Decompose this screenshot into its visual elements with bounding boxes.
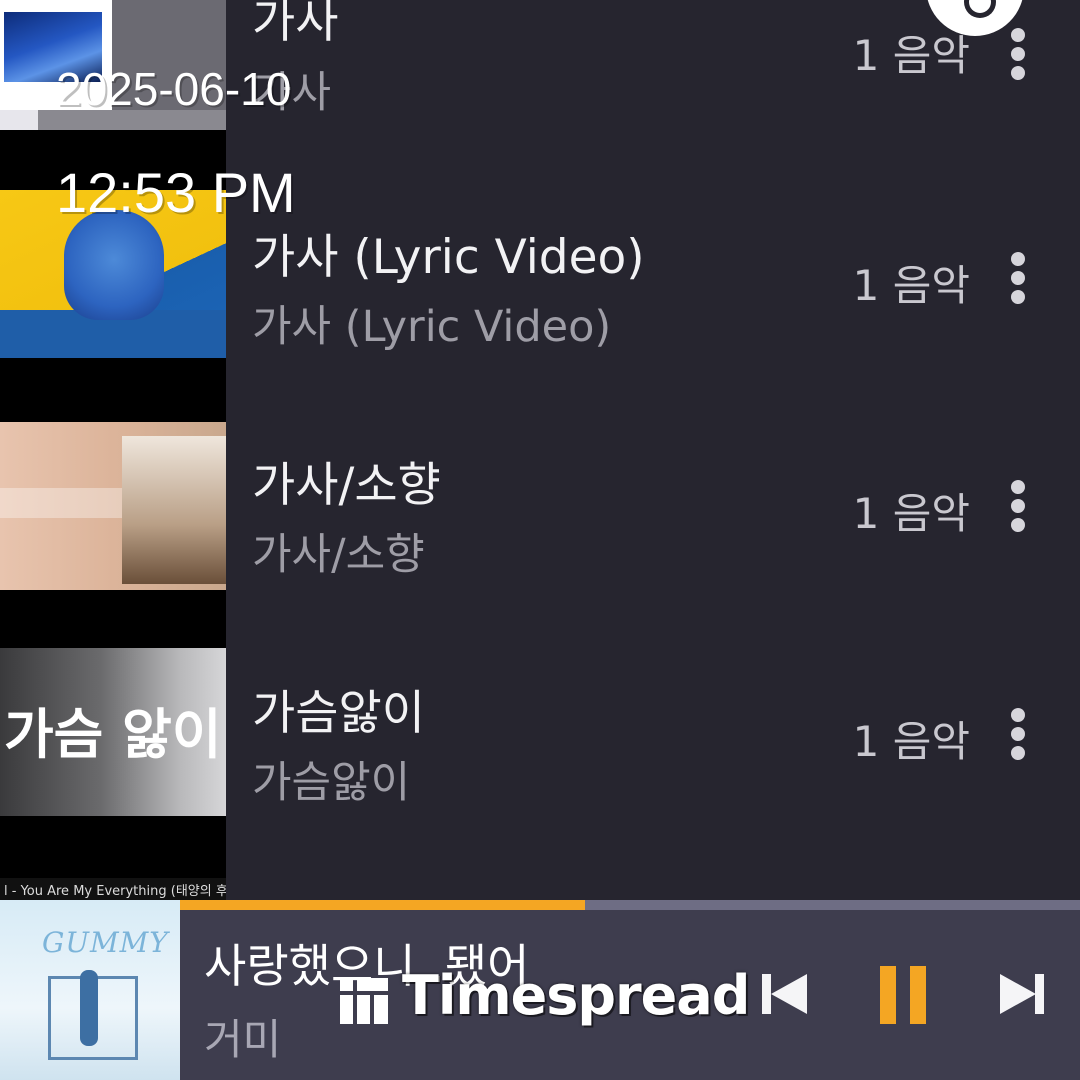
thumbnail-image[interactable]: 가슴 앓이 [0,648,226,816]
watermark-logo-icon [340,978,388,1024]
list-item-subtitle: 가사/소향 [252,530,425,580]
thumbnail-caption: l - You Are My Everything (태양의 후예 O [4,884,226,899]
progress-bar[interactable] [180,900,1080,910]
more-options-button[interactable] [1002,480,1036,532]
list-item-title: 가사 (Lyric Video) [252,230,645,285]
thumbnail-image[interactable] [0,422,226,590]
pause-button[interactable] [880,966,928,1024]
more-options-button[interactable] [1002,28,1036,80]
timestamp-time: 12:53 PM [56,161,296,224]
skip-next-button[interactable] [1000,972,1046,1018]
list-item-title: 가슴앓이 [252,686,425,741]
album-logo: GUMMY [42,926,169,959]
thumbnail-text: 가슴 앓이 [4,703,222,766]
timestamp-date: 2025-06-10 [56,63,292,115]
progress-fill [180,900,585,910]
screen: 가사 가사 1 음악 가사 (Lyric Video) 가사 (Lyric Vi… [0,0,1080,1080]
list-item-title: 가사 [252,0,339,49]
list-item-count: 1 음악 [852,489,970,538]
thumbnail-image[interactable]: l - You Are My Everything (태양의 후예 O [0,878,226,900]
watermark-text: Timespread [402,964,750,1027]
album-art[interactable]: GUMMY [0,900,180,1080]
thumbnail-column: 가슴 앓이 l - You Are My Everything (태양의 후예 … [0,0,226,900]
list-item-subtitle: 가사 (Lyric Video) [252,302,612,352]
refresh-icon [964,0,996,18]
now-playing-artist: 거미 [204,1015,282,1064]
list-item-title: 가사/소향 [252,458,441,513]
more-options-button[interactable] [1002,708,1036,760]
list-item-subtitle: 가슴앓이 [252,758,411,808]
more-options-button[interactable] [1002,252,1036,304]
list-item-count: 1 음악 [852,261,970,310]
list-item-count: 1 음악 [852,717,970,766]
list-item-count: 1 음악 [852,31,970,80]
skip-previous-button[interactable] [762,972,808,1018]
